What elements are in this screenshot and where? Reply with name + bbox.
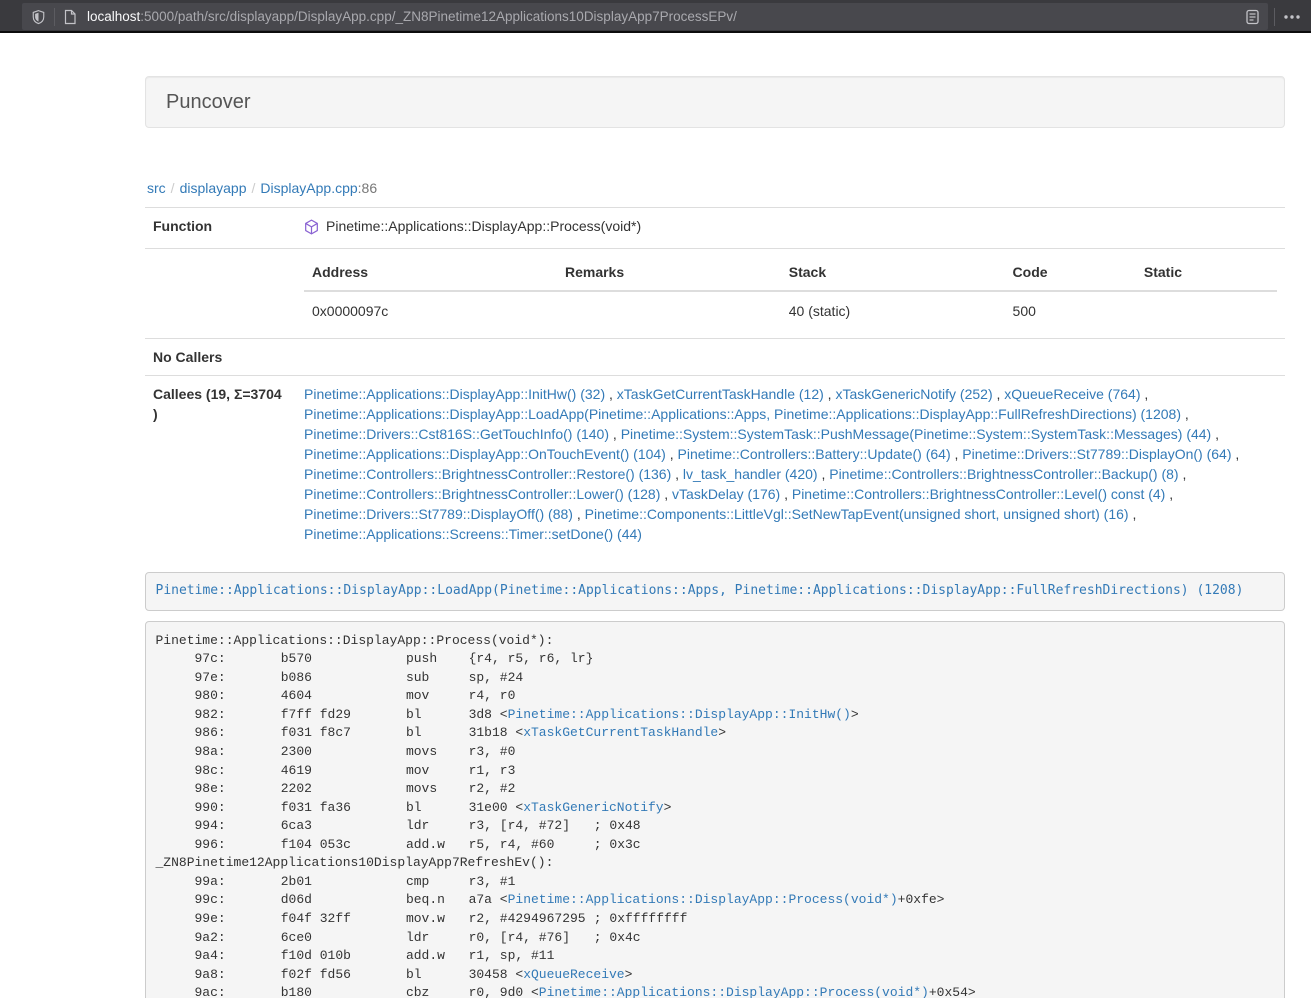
breadcrumb-item-displayapp[interactable]: displayapp	[180, 180, 247, 196]
assembly-code: Pinetime::Applications::DisplayApp::Proc…	[156, 633, 976, 998]
callee-link[interactable]: xTaskGenericNotify (252)	[835, 386, 992, 402]
highlighted-symbol-link[interactable]: Pinetime::Applications::DisplayApp::Load…	[156, 583, 1244, 598]
breadcrumb-separator: /	[247, 180, 261, 196]
callee-link[interactable]: Pinetime::Components::LittleVgl::SetNewT…	[585, 506, 1129, 522]
browser-toolbar: localhost:5000/path/src/displayapp/Displ…	[0, 0, 1311, 33]
callees-label: Callees (19, Σ=3704 )	[145, 375, 296, 552]
callee-link[interactable]: Pinetime::Applications::DisplayApp::OnTo…	[304, 446, 666, 462]
stats-code-value: 500	[1005, 291, 1136, 330]
highlighted-symbol-block: Pinetime::Applications::DisplayApp::Load…	[145, 572, 1285, 612]
table-row: Callees (19, Σ=3704 ) Pinetime::Applicat…	[145, 375, 1285, 552]
stats-header-stack: Stack	[781, 257, 1005, 291]
shield-icon[interactable]	[31, 9, 46, 25]
url-path: :5000/path/src/displayapp/DisplayApp.cpp…	[140, 9, 737, 24]
callee-link[interactable]: lv_task_handler (420)	[683, 466, 818, 482]
callee-link[interactable]: Pinetime::Drivers::St7789::DisplayOff() …	[304, 506, 573, 522]
callee-link[interactable]: Pinetime::Controllers::Battery::Update()…	[678, 446, 951, 462]
breadcrumb-item-src[interactable]: src	[147, 180, 166, 196]
function-table: Function Pinetime::Applications::Display…	[145, 207, 1285, 552]
stats-table: Address Remarks Stack Code Static 0x0000…	[304, 257, 1277, 330]
url-bar[interactable]: localhost:5000/path/src/displayapp/Displ…	[22, 3, 1268, 30]
callee-link[interactable]: Pinetime::Drivers::Cst816S::GetTouchInfo…	[304, 426, 609, 442]
function-row-label: Function	[145, 208, 296, 249]
callee-link[interactable]: Pinetime::Controllers::BrightnessControl…	[304, 486, 660, 502]
stats-row-label	[145, 248, 296, 338]
assembly-symbol-link[interactable]: xQueueReceive	[523, 967, 624, 982]
page-icon[interactable]	[63, 9, 77, 25]
page-content: Puncover src/displayapp/DisplayApp.cpp:8…	[145, 33, 1285, 998]
url-host: localhost	[87, 9, 140, 24]
callee-link[interactable]: Pinetime::Applications::DisplayApp::Init…	[304, 386, 605, 402]
reader-mode-icon[interactable]	[1246, 9, 1259, 25]
callee-link[interactable]: Pinetime::Controllers::BrightnessControl…	[829, 466, 1178, 482]
app-title-panel: Puncover	[145, 76, 1285, 128]
symbol-cube-icon	[304, 219, 319, 235]
stats-header-address: Address	[304, 257, 557, 291]
assembly-symbol-link[interactable]: Pinetime::Applications::DisplayApp::Proc…	[508, 892, 898, 907]
function-name: Pinetime::Applications::DisplayApp::Proc…	[326, 216, 641, 236]
callee-link[interactable]: vTaskDelay (176)	[672, 486, 780, 502]
callee-link[interactable]: Pinetime::Applications::Screens::Timer::…	[304, 526, 642, 542]
assembly-block: Pinetime::Applications::DisplayApp::Proc…	[145, 621, 1285, 998]
callee-link[interactable]: xQueueReceive (764)	[1004, 386, 1140, 402]
breadcrumb: src/displayapp/DisplayApp.cpp:86	[147, 178, 1285, 198]
callee-link[interactable]: Pinetime::Applications::DisplayApp::Load…	[304, 406, 1181, 422]
app-title: Puncover	[166, 91, 251, 113]
stats-header-remarks: Remarks	[557, 257, 781, 291]
table-row: No Callers	[145, 338, 1285, 375]
breadcrumb-line-number: :86	[358, 180, 377, 196]
separator	[1274, 8, 1275, 26]
assembly-symbol-link[interactable]: Pinetime::Applications::DisplayApp::Proc…	[539, 985, 929, 998]
callee-link[interactable]: xTaskGetCurrentTaskHandle (12)	[617, 386, 824, 402]
stats-stack-value: 40 (static)	[781, 291, 1005, 330]
no-callers-label: No Callers	[145, 338, 296, 375]
assembly-symbol-link[interactable]: xTaskGetCurrentTaskHandle	[523, 725, 718, 740]
stats-remarks-value	[557, 291, 781, 330]
more-options-icon[interactable]	[1279, 4, 1305, 30]
table-row: 0x0000097c 40 (static) 500	[304, 291, 1277, 330]
callee-link[interactable]: Pinetime::Controllers::BrightnessControl…	[792, 486, 1165, 502]
stats-address-value: 0x0000097c	[304, 291, 557, 330]
callee-link[interactable]: Pinetime::Controllers::BrightnessControl…	[304, 466, 671, 482]
breadcrumb-separator: /	[166, 180, 180, 196]
callees-list: Pinetime::Applications::DisplayApp::Init…	[296, 375, 1285, 552]
stats-static-value	[1136, 291, 1277, 330]
callee-link[interactable]: Pinetime::Drivers::St7789::DisplayOn() (…	[962, 446, 1231, 462]
table-row: Function Pinetime::Applications::Display…	[145, 208, 1285, 249]
assembly-symbol-link[interactable]: xTaskGenericNotify	[523, 800, 663, 815]
table-row: Address Remarks Stack Code Static 0x0000…	[145, 248, 1285, 338]
callee-link[interactable]: Pinetime::System::SystemTask::PushMessag…	[621, 426, 1212, 442]
stats-header-static: Static	[1136, 257, 1277, 291]
breadcrumb-item-file[interactable]: DisplayApp.cpp	[260, 180, 357, 196]
assembly-symbol-link[interactable]: Pinetime::Applications::DisplayApp::Init…	[508, 707, 851, 722]
separator	[54, 8, 55, 26]
stats-header-code: Code	[1005, 257, 1136, 291]
url-text[interactable]: localhost:5000/path/src/displayapp/Displ…	[87, 9, 1246, 24]
